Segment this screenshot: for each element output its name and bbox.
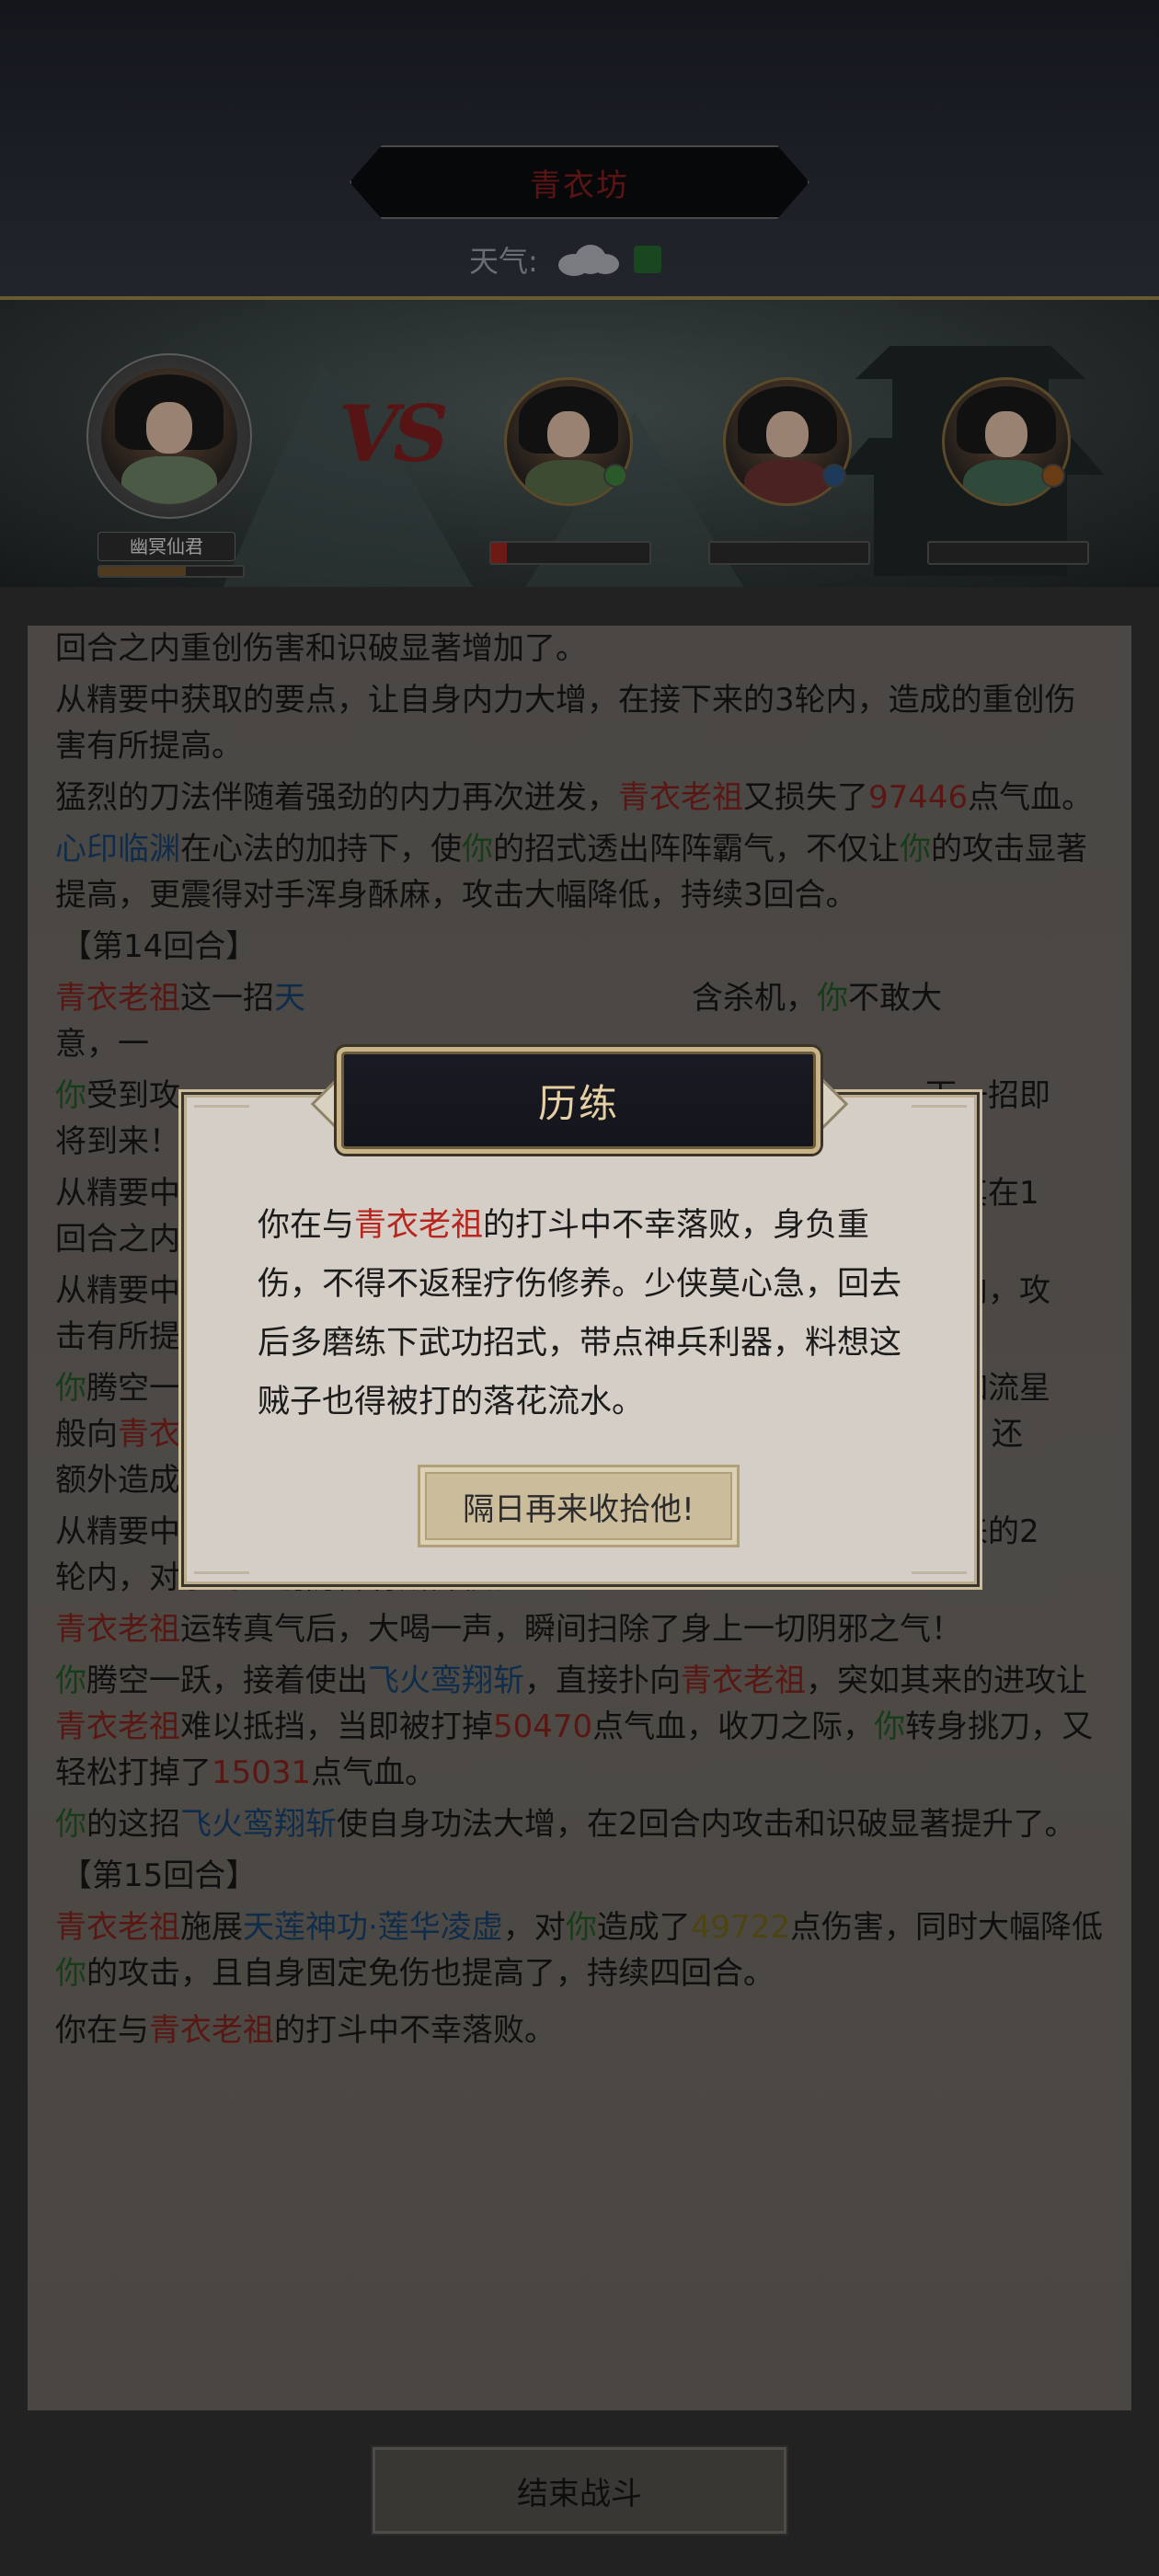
enemy-hp-bar-1 (489, 541, 651, 565)
dialog-message: 你在与青衣老祖的打斗中不幸落败，身负重伤，不得不返程疗伤修养。少侠莫心急，回去后… (258, 1207, 902, 1420)
log-line: 青衣老祖这一招天 含杀机，你不敢大 (55, 980, 942, 1017)
log-line: 猛烈的刀法伴随着强劲的内力再次迸发，青衣老祖又损失了97446点气血。 (55, 779, 1094, 816)
green-element-icon (603, 464, 627, 488)
log-line: 从精要中获取的要点，让自身内力大增，在接下来的3轮内，造成的重创伤害有所提高。 (55, 682, 1076, 765)
location-title: 青衣坊 (530, 167, 629, 204)
revenge-later-label: 隔日再来收拾他! (463, 1490, 694, 1528)
enemy-hp-bar-3 (927, 541, 1089, 565)
enemy-hp-fill-1 (491, 543, 508, 563)
blue-element-icon (822, 464, 846, 488)
end-battle-label: 结束战斗 (517, 2475, 642, 2513)
player-name: 幽冥仙君 (98, 532, 235, 561)
revenge-later-button[interactable]: 隔日再来收拾他! (418, 1465, 740, 1547)
dialog-header: 历练 (337, 1047, 820, 1154)
orange-element-icon (1041, 464, 1065, 488)
player-hp-fill (99, 567, 186, 576)
player-hp-bar (98, 565, 245, 578)
weather-label: 天气: (469, 244, 538, 279)
log-line: 青衣老祖施展天莲神功·莲华凌虚，对你造成了49722点伤害，同时大幅降低你的攻击… (55, 1909, 1103, 1992)
cloud-icon (551, 241, 621, 278)
log-line: 你的这招飞火鸾翔斩使自身功法大增，在2回合内攻击和识破显著提升了。 (55, 1806, 1076, 1843)
log-line: 心印临渊在心法的加持下，使你的招式透出阵阵霸气，不仅让你的攻击显著提高，更震得对… (55, 831, 1087, 914)
dialog-title: 历练 (537, 1080, 619, 1126)
log-line: 回合之内重创伤害和识破显著增加了。 (55, 630, 587, 667)
log-line: 你腾空一跃，接着使出飞火鸾翔斩，直接扑向青衣老祖，突如其来的进攻让青衣老祖难以抵… (55, 1662, 1094, 1791)
end-battle-button[interactable]: 结束战斗 (371, 2445, 788, 2536)
round-header: 【第14回合】 (61, 928, 258, 965)
weather-status-icon (633, 246, 661, 273)
battle-scene: 幽冥仙君 VS (0, 296, 1159, 587)
log-line: 青衣老祖运转真气后，大喝一声，瞬间扫除了身上一切阴邪之气！ (55, 1611, 962, 1648)
weather-indicator: 天气: (469, 239, 708, 280)
player-portrait (101, 368, 237, 504)
enemy-hp-bar-2 (708, 541, 870, 565)
location-title-plate: 青衣坊 (350, 145, 809, 219)
round-header: 【第15回合】 (61, 1857, 258, 1894)
log-line: 你在与青衣老祖的打斗中不幸落败。 (55, 2012, 556, 2049)
vs-label: VS (339, 388, 449, 479)
player-card[interactable]: 幽冥仙君 (68, 353, 270, 587)
